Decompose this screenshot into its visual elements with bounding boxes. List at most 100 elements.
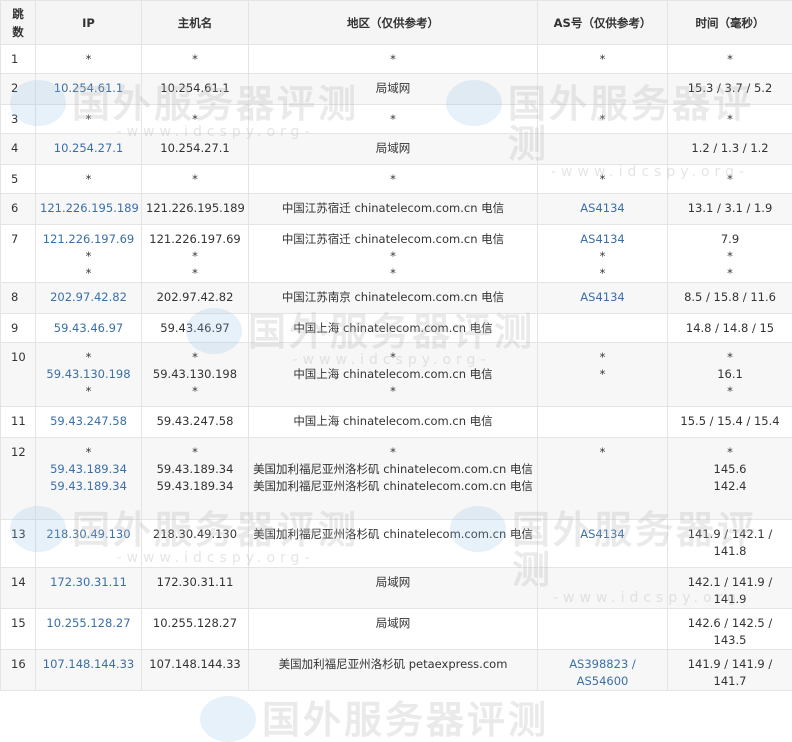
- cell-time: 141.9 / 141.9 / 141.7: [668, 650, 792, 691]
- cell-host-value: 172.30.31.11: [146, 574, 244, 591]
- cell-host: *: [142, 105, 249, 134]
- cell-host: 107.148.144.33: [142, 650, 249, 691]
- cell-host: 218.30.49.130: [142, 520, 249, 568]
- table-row: 3*****: [1, 105, 792, 134]
- cell-region-value: *: [253, 349, 533, 366]
- as-link[interactable]: AS4134: [542, 289, 663, 306]
- cell-as: [538, 74, 668, 105]
- cell-region: 局域网: [249, 609, 538, 650]
- cell-hop: 1: [1, 45, 36, 74]
- cell-time: *: [668, 45, 792, 74]
- ip-link[interactable]: 121.226.197.69: [40, 231, 137, 248]
- cell-host-value: *: [146, 383, 244, 400]
- cell-hop: 14: [1, 568, 36, 609]
- as-link[interactable]: AS4134: [542, 200, 663, 217]
- cell-ip: 10.254.61.1: [36, 74, 142, 105]
- cell-ip: *59.43.130.198*: [36, 343, 142, 407]
- cell-region-value: *: [253, 111, 533, 128]
- cell-time: 142.6 / 142.5 / 143.5: [668, 609, 792, 650]
- as-link[interactable]: AS398823 / AS54600: [542, 656, 663, 690]
- cell-host-value: 59.43.189.34: [146, 461, 244, 478]
- header-time: 时间（毫秒）: [668, 1, 792, 45]
- ip-link[interactable]: 59.43.247.58: [40, 413, 137, 430]
- cell-hop: 9: [1, 314, 36, 343]
- ip-link[interactable]: 10.255.128.27: [40, 615, 137, 632]
- ip-link[interactable]: 107.148.144.33: [40, 656, 137, 673]
- cell-host-value: 121.226.195.189: [146, 200, 244, 217]
- cell-ip-value: *: [40, 265, 137, 282]
- cell-time-value: 142.6 / 142.5 / 143.5: [672, 615, 788, 649]
- table-row: 1510.255.128.2710.255.128.27局域网142.6 / 1…: [1, 609, 792, 650]
- cell-time: 8.5 / 15.8 / 11.6: [668, 283, 792, 314]
- cell-as: AS4134: [538, 283, 668, 314]
- ip-link[interactable]: 202.97.42.82: [40, 289, 137, 306]
- cell-host-value: 202.97.42.82: [146, 289, 244, 306]
- as-link[interactable]: AS4134: [542, 526, 663, 543]
- cell-region-value: *: [253, 171, 533, 188]
- header-region: 地区（仅供参考）: [249, 1, 538, 45]
- cell-hop: 10: [1, 343, 36, 407]
- cell-host: *59.43.189.3459.43.189.34: [142, 438, 249, 520]
- cell-time-value: 7.9: [672, 231, 788, 248]
- cell-hop: 13: [1, 520, 36, 568]
- cell-as-value: *: [542, 444, 663, 461]
- cell-ip: 10.254.27.1: [36, 134, 142, 165]
- traceroute-table: 跳数 IP 主机名 地区（仅供参考） AS号（仅供参考） 时间（毫秒） 1***…: [0, 0, 792, 691]
- cell-ip: *59.43.189.3459.43.189.34: [36, 438, 142, 520]
- cell-ip: 59.43.247.58: [36, 407, 142, 438]
- ip-link[interactable]: 218.30.49.130: [40, 526, 137, 543]
- cell-hop: 8: [1, 283, 36, 314]
- cell-host-value: *: [146, 51, 244, 68]
- cell-time-value: 15.3 / 3.7 / 5.2: [672, 80, 788, 97]
- cell-time: *145.6142.4: [668, 438, 792, 520]
- cell-time-value: *: [672, 171, 788, 188]
- cell-time: 15.3 / 3.7 / 5.2: [668, 74, 792, 105]
- as-link[interactable]: AS4134: [542, 231, 663, 248]
- ip-link[interactable]: 172.30.31.11: [40, 574, 137, 591]
- cell-region-value: 中国江苏宿迁 chinatelecom.com.cn 电信: [253, 200, 533, 217]
- ip-link[interactable]: 59.43.130.198: [40, 366, 137, 383]
- cell-as-value: *: [542, 265, 663, 282]
- ip-link[interactable]: 10.254.27.1: [40, 140, 137, 157]
- cell-time-value: 142.4: [672, 478, 788, 495]
- cell-host: 59.43.247.58: [142, 407, 249, 438]
- watermark-logo-icon: [200, 696, 256, 742]
- table-row: 10*59.43.130.198**59.43.130.198**中国上海 ch…: [1, 343, 792, 407]
- cell-hop: 11: [1, 407, 36, 438]
- cell-ip-value: *: [40, 248, 137, 265]
- cell-region-value: *: [253, 383, 533, 400]
- cell-host: *59.43.130.198*: [142, 343, 249, 407]
- ip-link[interactable]: 59.43.46.97: [40, 320, 137, 337]
- cell-host-value: *: [146, 111, 244, 128]
- cell-time-value: 142.1 / 141.9 / 141.9: [672, 574, 788, 608]
- cell-region-value: 美国加利福尼亚州洛杉矶 chinatelecom.com.cn 电信: [253, 526, 533, 543]
- cell-hop: 2: [1, 74, 36, 105]
- ip-link[interactable]: 10.254.61.1: [40, 80, 137, 97]
- cell-region-value: *: [253, 444, 533, 461]
- cell-time-value: 16.1: [672, 366, 788, 383]
- cell-host-value: *: [146, 171, 244, 188]
- cell-time: 7.9**: [668, 225, 792, 283]
- ip-link[interactable]: 59.43.189.34: [40, 478, 137, 495]
- cell-as: [538, 407, 668, 438]
- cell-region-value: *: [253, 51, 533, 68]
- cell-region: 中国江苏南京 chinatelecom.com.cn 电信: [249, 283, 538, 314]
- cell-ip: 107.148.144.33: [36, 650, 142, 691]
- cell-as-value: *: [542, 171, 663, 188]
- ip-link[interactable]: 121.226.195.189: [40, 200, 137, 217]
- cell-host: 10.254.61.1: [142, 74, 249, 105]
- cell-region: 中国上海 chinatelecom.com.cn 电信: [249, 314, 538, 343]
- cell-ip-value: *: [40, 444, 137, 461]
- cell-ip: 218.30.49.130: [36, 520, 142, 568]
- cell-hop: 16: [1, 650, 36, 691]
- cell-as: *: [538, 165, 668, 194]
- cell-host-value: 59.43.247.58: [146, 413, 244, 430]
- cell-host-value: 10.255.128.27: [146, 615, 244, 632]
- cell-ip-value: *: [40, 383, 137, 400]
- cell-as: AS4134**: [538, 225, 668, 283]
- ip-link[interactable]: 59.43.189.34: [40, 461, 137, 478]
- cell-hop: 5: [1, 165, 36, 194]
- cell-host-value: 59.43.46.97: [146, 320, 244, 337]
- cell-host: 202.97.42.82: [142, 283, 249, 314]
- cell-time-value: 141.9 / 142.1 / 141.8: [672, 526, 788, 560]
